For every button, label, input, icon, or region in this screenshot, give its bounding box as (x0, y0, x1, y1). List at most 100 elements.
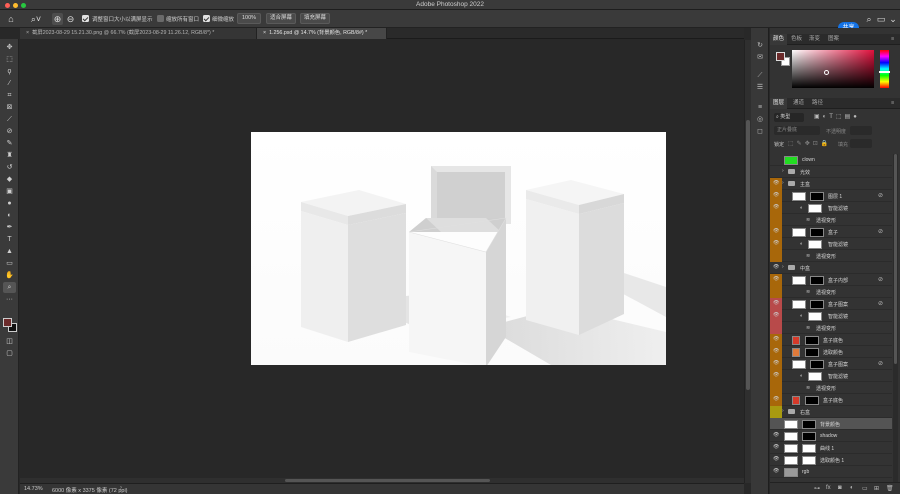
layer-row[interactable]: 👁 盒子内部 ⊘ (770, 274, 892, 286)
visibility-eye-icon[interactable]: 👁 (773, 229, 780, 234)
adjustment-layer-icon[interactable]: ◐ (850, 485, 854, 491)
layer-thumbnail[interactable] (784, 467, 798, 477)
visibility-eye-icon[interactable]: 👁 (773, 469, 780, 474)
horizontal-scroll-thumb[interactable] (285, 479, 490, 482)
visibility-eye-icon[interactable]: 👁 (773, 205, 780, 210)
layer-row[interactable]: 背景颜色 (770, 418, 892, 430)
zoom-tool-icon[interactable]: ⌕ (3, 282, 16, 293)
history-brush-icon[interactable]: ↺ (3, 162, 16, 173)
layer-thumbnail[interactable] (784, 155, 798, 165)
fill-input[interactable] (850, 139, 872, 148)
new-group-icon[interactable]: ▭ (862, 485, 868, 492)
shape-tool-icon[interactable]: ▭ (3, 258, 16, 269)
home-icon[interactable]: ⌂ (5, 13, 17, 25)
healing-brush-icon[interactable]: ⊘ (3, 126, 16, 137)
document-canvas[interactable] (251, 132, 666, 365)
layer-mask-thumbnail[interactable] (810, 191, 824, 201)
tab-layers[interactable]: 图层 (770, 98, 788, 109)
panel-menu-icon[interactable]: ≡ (888, 98, 897, 109)
layer-row[interactable]: 👁 ◐ 智能滤镜 (770, 202, 892, 214)
filter-mask-thumbnail[interactable] (808, 311, 822, 321)
layer-style-icon[interactable]: fx (826, 485, 831, 491)
layer-row[interactable]: 👁 ◐ 智能滤镜 (770, 370, 892, 382)
layer-thumbnail[interactable] (792, 275, 806, 285)
hand-tool-icon[interactable]: ✋ (3, 270, 16, 281)
new-layer-icon[interactable]: ⊞ (874, 485, 879, 492)
tab-paths[interactable]: 路径 (809, 98, 826, 109)
crop-tool-icon[interactable]: ⌗ (3, 90, 16, 101)
layer-row[interactable]: 👁 ◐ 智能滤镜 (770, 310, 892, 322)
layer-mask-thumbnail[interactable] (802, 443, 816, 453)
visibility-eye-icon[interactable]: 👁 (773, 373, 780, 378)
zoom-100-button[interactable]: 100% (237, 13, 261, 24)
filter-mask-thumbnail[interactable] (808, 203, 822, 213)
pen-tool-icon[interactable]: ✒ (3, 222, 16, 233)
layer-thumbnail[interactable] (784, 431, 798, 441)
layer-mask-thumbnail[interactable] (810, 227, 824, 237)
layer-row[interactable]: ≋ 透视变形 (770, 322, 892, 334)
filter-mask-thumbnail[interactable] (808, 371, 822, 381)
layer-row[interactable]: › 光效 (770, 166, 892, 178)
layer-row[interactable]: 👁 盒子 ⊘ (770, 226, 892, 238)
tab-psd-document[interactable]: × 1.256.psd @ 14.7% (背景颜色, RGB/8#) * (257, 28, 387, 39)
layer-thumbnail[interactable] (792, 395, 800, 405)
add-mask-icon[interactable]: ◙ (838, 485, 842, 491)
quick-mask-icon[interactable]: ◫ (3, 336, 16, 347)
layer-row[interactable]: clown (770, 154, 892, 166)
foreground-color-chip[interactable] (776, 52, 785, 61)
layer-row[interactable]: 👁 盒子底色 (770, 394, 892, 406)
visibility-eye-icon[interactable]: 👁 (773, 277, 780, 282)
magic-wand-icon[interactable]: ⁄ (3, 78, 16, 89)
type-tool-icon[interactable]: T (3, 234, 16, 245)
layer-mask-thumbnail[interactable] (805, 347, 819, 357)
layer-mask-thumbnail[interactable] (805, 335, 819, 345)
move-tool-icon[interactable]: ✥ (3, 42, 16, 53)
tab-gradients[interactable]: 渐变 (806, 34, 823, 45)
chevron-down-icon[interactable]: ⌄ (888, 13, 898, 25)
visibility-eye-icon[interactable]: 👁 (773, 313, 780, 318)
layer-mask-thumbnail[interactable] (802, 455, 816, 465)
chevron-icon[interactable]: › (782, 168, 784, 174)
tab-close-icon[interactable]: × (263, 30, 266, 36)
visibility-eye-icon[interactable]: 👁 (773, 397, 780, 402)
canvas-area[interactable] (20, 40, 744, 483)
layer-mask-thumbnail[interactable] (805, 395, 819, 405)
chevron-icon[interactable]: › (782, 264, 784, 270)
visibility-eye-icon[interactable]: 👁 (773, 445, 780, 450)
hue-slider-handle[interactable] (879, 71, 890, 73)
layer-row[interactable]: 👁 › 主盒 (770, 178, 892, 190)
layer-row[interactable]: ≋ 透视变形 (770, 250, 892, 262)
dodge-tool-icon[interactable]: ◐ (3, 210, 16, 221)
vertical-scrollbar[interactable] (744, 40, 751, 483)
layer-row[interactable]: 👁 选取颜色 1 (770, 454, 892, 466)
panel-menu-icon[interactable]: ≡ (888, 34, 897, 45)
layer-row[interactable]: 👁 盒子图案 ⊘ (770, 298, 892, 310)
visibility-eye-icon[interactable]: 👁 (773, 361, 780, 366)
glyphs-icon[interactable]: ◻ (754, 126, 766, 137)
lasso-tool-icon[interactable]: ϙ (3, 66, 16, 77)
lock-icons[interactable]: ⬚✎✥⊡🔒 (788, 140, 831, 147)
layer-filter-select[interactable]: ⌕ 类型 (774, 113, 804, 122)
layer-row[interactable]: ≋ 透视变形 (770, 382, 892, 394)
blend-mode-select[interactable]: 正片叠底 (774, 126, 820, 135)
layer-thumbnail[interactable] (792, 191, 806, 201)
layer-thumbnail[interactable] (792, 347, 800, 357)
tab-screenshot[interactable]: × 截屏2023-08-29 15.21.30.png @ 66.7% (截屏20… (20, 28, 257, 39)
color-field[interactable] (792, 50, 874, 88)
libraries-icon[interactable]: ◎ (754, 114, 766, 125)
layer-mask-thumbnail[interactable] (802, 419, 816, 429)
layers-scrollbar[interactable] (893, 154, 898, 482)
visibility-eye-icon[interactable]: 👁 (773, 241, 780, 246)
stamp-tool-icon[interactable]: ♜ (3, 150, 16, 161)
brush-settings-icon[interactable]: ⟋ (754, 70, 766, 81)
brush-tool-icon[interactable]: ✎ (3, 138, 16, 149)
foreground-color-swatch[interactable] (3, 318, 12, 327)
screen-mode-icon[interactable]: ▢ (3, 348, 16, 359)
layer-thumbnail[interactable] (792, 359, 806, 369)
layer-thumbnail[interactable] (784, 443, 798, 453)
visibility-eye-icon[interactable]: 👁 (773, 181, 780, 186)
layer-row[interactable]: ≋ 透视变形 (770, 286, 892, 298)
layer-thumbnail[interactable] (784, 419, 798, 429)
adjustments-icon[interactable]: ☰ (754, 82, 766, 93)
visibility-eye-icon[interactable]: 👁 (773, 265, 780, 270)
